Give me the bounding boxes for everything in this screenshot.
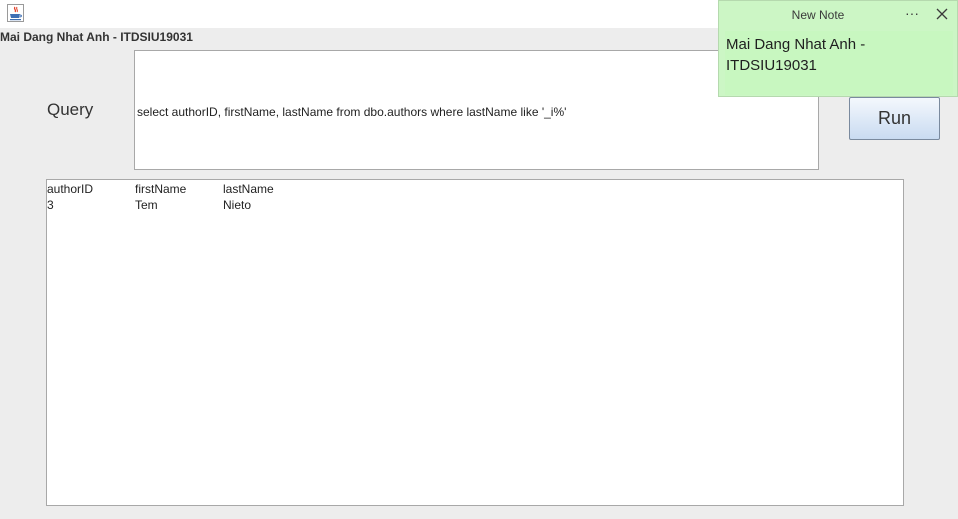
query-input[interactable]: select authorID, firstName, lastName fro…: [134, 50, 819, 170]
column-header: lastName: [223, 182, 274, 196]
column-header: firstName: [135, 182, 187, 196]
results-table: authorID firstName lastName 3 Tem Nieto: [47, 182, 311, 214]
query-text[interactable]: select authorID, firstName, lastName fro…: [137, 105, 566, 119]
table-cell: 3: [47, 198, 54, 212]
column-header: authorID: [47, 182, 94, 196]
sticky-note-header[interactable]: New Note ···: [719, 1, 957, 30]
table-row: 3 Tem Nieto: [47, 198, 311, 214]
results-area[interactable]: authorID firstName lastName 3 Tem Nieto: [46, 179, 904, 506]
ellipsis-icon[interactable]: ···: [903, 4, 921, 22]
table-cell: Tem: [135, 198, 158, 212]
sticky-note-text[interactable]: Mai Dang Nhat Anh - ITDSIU19031: [726, 34, 936, 76]
run-button[interactable]: Run: [849, 97, 940, 140]
sticky-note-title: New Note: [791, 8, 845, 22]
sticky-note-body[interactable]: Mai Dang Nhat Anh - ITDSIU19031: [725, 31, 953, 95]
table-cell: Nieto: [223, 198, 252, 212]
sticky-note[interactable]: New Note ··· Mai Dang Nhat Anh - ITDSIU1…: [718, 0, 958, 97]
window-title: Mai Dang Nhat Anh - ITDSIU19031: [0, 30, 193, 44]
java-cup-icon[interactable]: [7, 4, 24, 22]
query-label: Query: [47, 100, 94, 119]
close-icon[interactable]: [934, 6, 950, 22]
table-header-row: authorID firstName lastName: [47, 182, 311, 198]
